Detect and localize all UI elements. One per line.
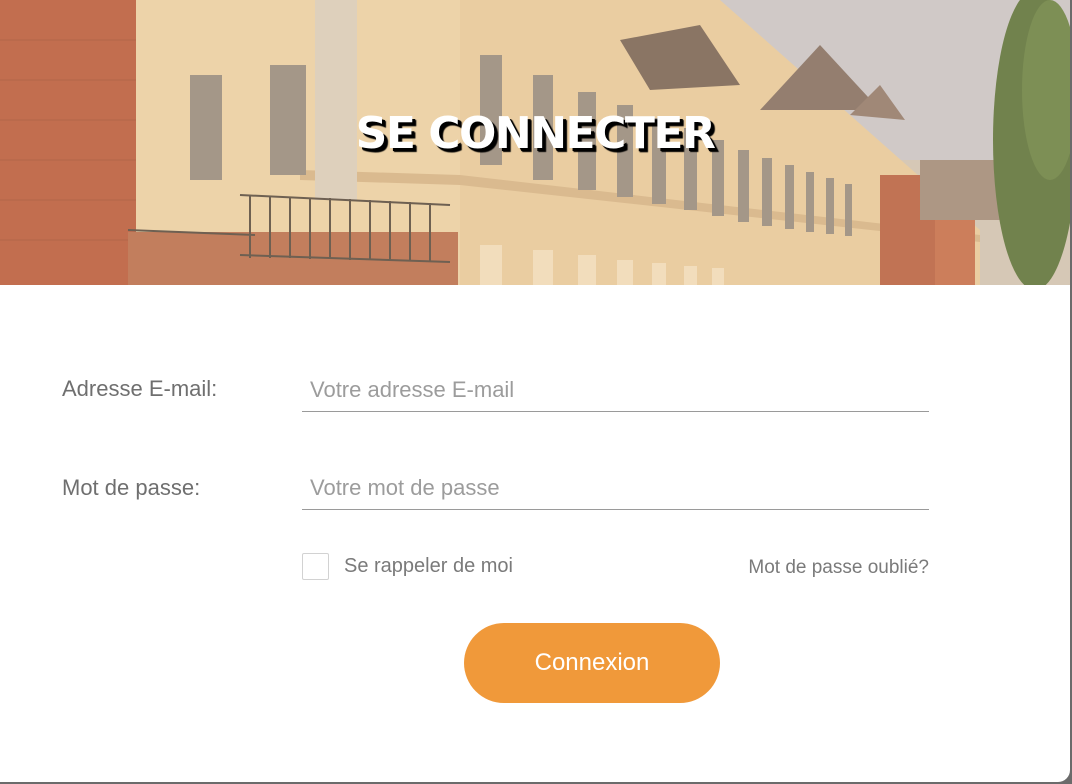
remember-me-checkbox[interactable] [302, 553, 329, 580]
login-card: SE CONNECTER Adresse E-mail: Mot de pass… [0, 0, 1070, 782]
page-title: SE CONNECTER [355, 108, 716, 159]
remember-me-label[interactable]: Se rappeler de moi [344, 555, 513, 578]
email-field[interactable] [302, 368, 929, 412]
password-label: Mot de passe: [62, 475, 201, 500]
login-button[interactable]: Connexion [464, 623, 720, 703]
email-label: Adresse E-mail: [62, 376, 218, 401]
hero-banner: SE CONNECTER [0, 0, 1070, 285]
forgot-password-link[interactable]: Mot de passe oublié? [748, 557, 929, 579]
password-field[interactable] [302, 466, 929, 510]
